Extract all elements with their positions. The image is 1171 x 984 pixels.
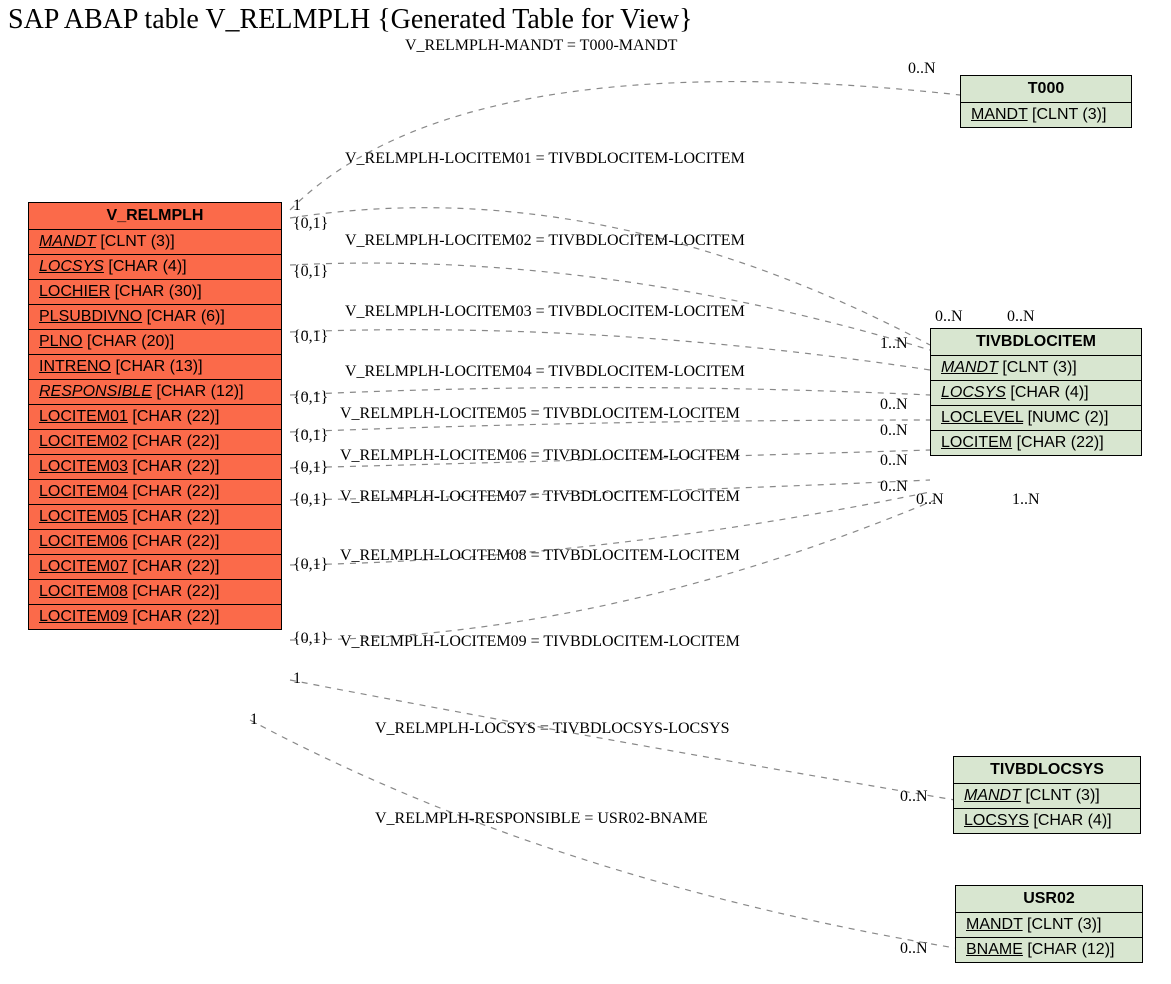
entity-header: USR02	[956, 886, 1142, 913]
card: {0,1}	[293, 630, 328, 648]
field-row: LOCITEM07 [CHAR (22)]	[29, 555, 281, 580]
entity-v-relmplh: V_RELMPLH MANDT [CLNT (3)]LOCSYS [CHAR (…	[28, 202, 282, 630]
card: 0..N	[935, 308, 963, 326]
entity-tivbdlocitem: TIVBDLOCITEM MANDT [CLNT (3)]LOCSYS [CHA…	[930, 328, 1142, 456]
rel-label: V_RELMPLH-LOCSYS = TIVBDLOCSYS-LOCSYS	[375, 720, 730, 738]
field-row: LOCLEVEL [NUMC (2)]	[931, 406, 1141, 431]
field-row: PLSUBDIVNO [CHAR (6)]	[29, 305, 281, 330]
field-row: LOCITEM03 [CHAR (22)]	[29, 455, 281, 480]
card: 1..N	[880, 335, 908, 353]
page-title: SAP ABAP table V_RELMPLH {Generated Tabl…	[0, 0, 1171, 40]
rel-label: V_RELMPLH-LOCITEM01 = TIVBDLOCITEM-LOCIT…	[345, 150, 745, 168]
field-row: LOCITEM01 [CHAR (22)]	[29, 405, 281, 430]
card: 0..N	[880, 422, 908, 440]
rel-label: V_RELMPLH-LOCITEM05 = TIVBDLOCITEM-LOCIT…	[340, 405, 740, 423]
card: 0..N	[880, 396, 908, 414]
rel-label: V_RELMPLH-RESPONSIBLE = USR02-BNAME	[375, 810, 708, 828]
field-row: LOCSYS [CHAR (4)]	[931, 381, 1141, 406]
card: {0,1}	[293, 491, 328, 509]
card: {0,1}	[293, 263, 328, 281]
field-row: PLNO [CHAR (20)]	[29, 330, 281, 355]
entity-t000: T000 MANDT [CLNT (3)]	[960, 75, 1132, 128]
field-row: RESPONSIBLE [CHAR (12)]	[29, 380, 281, 405]
card: 1	[293, 670, 301, 688]
field-row: LOCITEM02 [CHAR (22)]	[29, 430, 281, 455]
rel-label: V_RELMPLH-LOCITEM06 = TIVBDLOCITEM-LOCIT…	[340, 447, 740, 465]
card: {0,1}	[293, 328, 328, 346]
card: 0..N	[880, 452, 908, 470]
field-row: LOCITEM06 [CHAR (22)]	[29, 530, 281, 555]
entity-usr02: USR02 MANDT [CLNT (3)]BNAME [CHAR (12)]	[955, 885, 1143, 963]
card: 0..N	[1007, 308, 1035, 326]
card: 0..N	[900, 788, 928, 806]
card: 1	[293, 197, 301, 215]
entity-header: V_RELMPLH	[29, 203, 281, 230]
entity-tivbdlocsys: TIVBDLOCSYS MANDT [CLNT (3)]LOCSYS [CHAR…	[953, 756, 1141, 834]
field-row: INTRENO [CHAR (13)]	[29, 355, 281, 380]
card: {0,1}	[293, 389, 328, 407]
entity-header: TIVBDLOCITEM	[931, 329, 1141, 356]
rel-label: V_RELMPLH-LOCITEM09 = TIVBDLOCITEM-LOCIT…	[340, 633, 740, 651]
rel-label: V_RELMPLH-LOCITEM02 = TIVBDLOCITEM-LOCIT…	[345, 232, 745, 250]
card: {0,1}	[293, 459, 328, 477]
rel-label: V_RELMPLH-LOCITEM07 = TIVBDLOCITEM-LOCIT…	[340, 488, 740, 506]
field-row: LOCITEM04 [CHAR (22)]	[29, 480, 281, 505]
card: 0..N	[880, 478, 908, 496]
field-row: LOCITEM05 [CHAR (22)]	[29, 505, 281, 530]
card: 1..N	[1012, 491, 1040, 509]
field-row: MANDT [CLNT (3)]	[931, 356, 1141, 381]
field-row: MANDT [CLNT (3)]	[956, 913, 1142, 938]
entity-header: TIVBDLOCSYS	[954, 757, 1140, 784]
rel-label: V_RELMPLH-LOCITEM04 = TIVBDLOCITEM-LOCIT…	[345, 363, 745, 381]
field-row: LOCITEM08 [CHAR (22)]	[29, 580, 281, 605]
card: {0,1}	[293, 215, 328, 233]
field-row: LOCSYS [CHAR (4)]	[29, 255, 281, 280]
card: {0,1}	[293, 556, 328, 574]
rel-label: V_RELMPLH-LOCITEM03 = TIVBDLOCITEM-LOCIT…	[345, 303, 745, 321]
field-row: MANDT [CLNT (3)]	[29, 230, 281, 255]
field-row: LOCSYS [CHAR (4)]	[954, 809, 1140, 833]
card: 0..N	[908, 60, 936, 78]
card: 0..N	[916, 491, 944, 509]
field-row: BNAME [CHAR (12)]	[956, 938, 1142, 962]
card: 0..N	[900, 940, 928, 958]
field-row: MANDT [CLNT (3)]	[961, 103, 1131, 127]
field-row: LOCHIER [CHAR (30)]	[29, 280, 281, 305]
field-row: MANDT [CLNT (3)]	[954, 784, 1140, 809]
card: {0,1}	[293, 427, 328, 445]
rel-label: V_RELMPLH-MANDT = T000-MANDT	[405, 37, 677, 55]
entity-header: T000	[961, 76, 1131, 103]
card: 1	[250, 711, 258, 729]
field-row: LOCITEM [CHAR (22)]	[931, 431, 1141, 455]
field-row: LOCITEM09 [CHAR (22)]	[29, 605, 281, 629]
rel-label: V_RELMPLH-LOCITEM08 = TIVBDLOCITEM-LOCIT…	[340, 547, 740, 565]
